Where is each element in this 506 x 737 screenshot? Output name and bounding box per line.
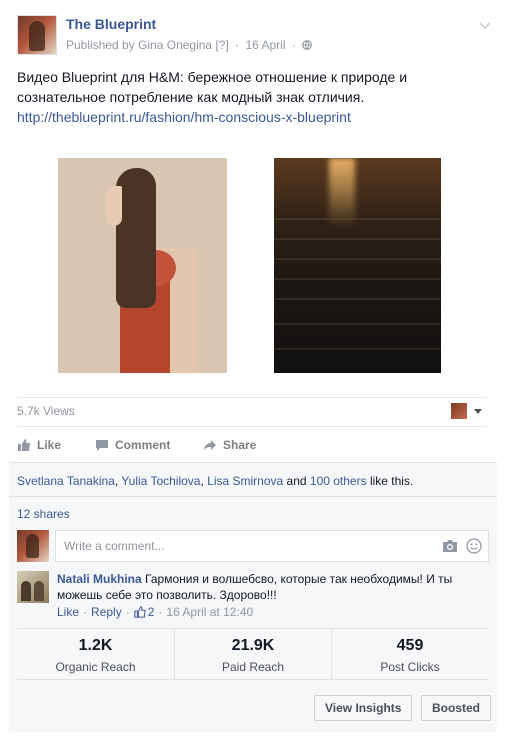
comment-like-link[interactable]: Like xyxy=(57,605,79,619)
like-sentence: Svetlana Tanakina, Yulia Tochilova, Lisa… xyxy=(17,474,414,488)
video-thumbnail-model[interactable] xyxy=(58,158,227,373)
comment-reply-link[interactable]: Reply xyxy=(91,605,122,619)
views-count: 5.7k Views xyxy=(17,404,75,418)
post-header: The Blueprint Published by Gina Onegina … xyxy=(17,15,492,57)
comment-meta: Like · Reply · 2 · 16 April at 12:40 xyxy=(57,605,254,619)
feedback-section: Svetlana Tanakina, Yulia Tochilova, Lisa… xyxy=(9,462,497,732)
liker-link[interactable]: Lisa Smirnova xyxy=(207,474,283,488)
stat-label: Post Clicks xyxy=(380,660,440,674)
liker-link[interactable]: Yulia Tochilova xyxy=(121,474,200,488)
shares-link[interactable]: 12 shares xyxy=(17,507,70,521)
others-link[interactable]: 100 others xyxy=(310,474,367,488)
share-button[interactable]: Share xyxy=(203,438,256,452)
comment-input[interactable] xyxy=(56,531,416,561)
video-thumbnail-water[interactable] xyxy=(274,158,441,373)
insights-stats: 1.2K Organic Reach 21.9K Paid Reach 459 … xyxy=(17,628,489,681)
stat-organic-reach: 1.2K Organic Reach xyxy=(17,629,174,681)
like-icon xyxy=(18,439,30,451)
view-insights-button[interactable]: View Insights xyxy=(314,695,413,721)
meta-separator-2: · xyxy=(291,38,296,52)
stat-value: 21.9K xyxy=(231,637,275,654)
caret-down-icon[interactable] xyxy=(474,409,482,414)
meta-separator: · xyxy=(235,38,240,52)
comment-time[interactable]: 16 April at 12:40 xyxy=(166,605,253,619)
post-link[interactable]: http://theblueprint.ru/fashion/hm-consci… xyxy=(17,107,487,127)
globe-icon[interactable] xyxy=(302,40,313,50)
like-label: Like xyxy=(37,438,62,452)
post-meta: Published by Gina Onegina [?] · 16 April… xyxy=(66,38,313,52)
post-message: Видео Blueprint для H&M: бережное отноше… xyxy=(17,67,487,127)
actor-selector-avatar[interactable] xyxy=(451,403,467,419)
comment-label: Comment xyxy=(115,438,171,452)
comment-like-count[interactable]: 2 xyxy=(148,605,155,619)
thumbs-up-icon xyxy=(134,606,146,618)
stat-post-clicks: 459 Post Clicks xyxy=(331,629,488,681)
like-button[interactable]: Like xyxy=(17,438,61,452)
share-label: Share xyxy=(223,438,257,452)
smiley-icon[interactable] xyxy=(466,538,482,554)
stat-value: 459 xyxy=(396,637,424,654)
post-media[interactable] xyxy=(17,133,487,398)
comment-button[interactable]: Comment xyxy=(95,438,170,452)
comment-composer xyxy=(17,529,489,563)
shares-row: 12 shares xyxy=(9,496,497,524)
comment-icon xyxy=(96,440,108,451)
comment-author-link[interactable]: Natali Mukhina xyxy=(57,572,142,586)
post-card: The Blueprint Published by Gina Onegina … xyxy=(0,0,506,737)
boosted-button[interactable]: Boosted xyxy=(421,695,491,721)
published-marker[interactable]: [?] xyxy=(215,38,228,52)
commenter-avatar[interactable] xyxy=(17,571,49,603)
page-name-link[interactable]: The Blueprint xyxy=(66,16,156,32)
post-date[interactable]: 16 April xyxy=(245,38,285,52)
comment-item: Natali Mukhina Гармония и волшебсво, кот… xyxy=(17,571,489,621)
page-avatar[interactable] xyxy=(17,15,57,55)
stat-label: Paid Reach xyxy=(221,660,285,674)
camera-icon[interactable] xyxy=(442,539,458,553)
stat-label: Organic Reach xyxy=(55,660,136,674)
comment-body: Natali Mukhina Гармония и волшебсво, кот… xyxy=(57,571,487,603)
stat-value: 1.2K xyxy=(78,637,113,654)
liker-link[interactable]: Svetlana Tanakina xyxy=(17,474,115,488)
chevron-down-icon[interactable] xyxy=(478,18,492,32)
comment-box xyxy=(55,530,489,562)
views-row: 5.7k Views xyxy=(17,402,487,422)
share-icon xyxy=(204,440,216,451)
published-by[interactable]: Published by Gina Onegina xyxy=(66,38,212,52)
stat-paid-reach: 21.9K Paid Reach xyxy=(174,629,331,681)
avatar xyxy=(17,530,49,562)
action-bar: Like Comment Share xyxy=(17,426,487,462)
post-body: Видео Blueprint для H&M: бережное отноше… xyxy=(17,69,408,105)
